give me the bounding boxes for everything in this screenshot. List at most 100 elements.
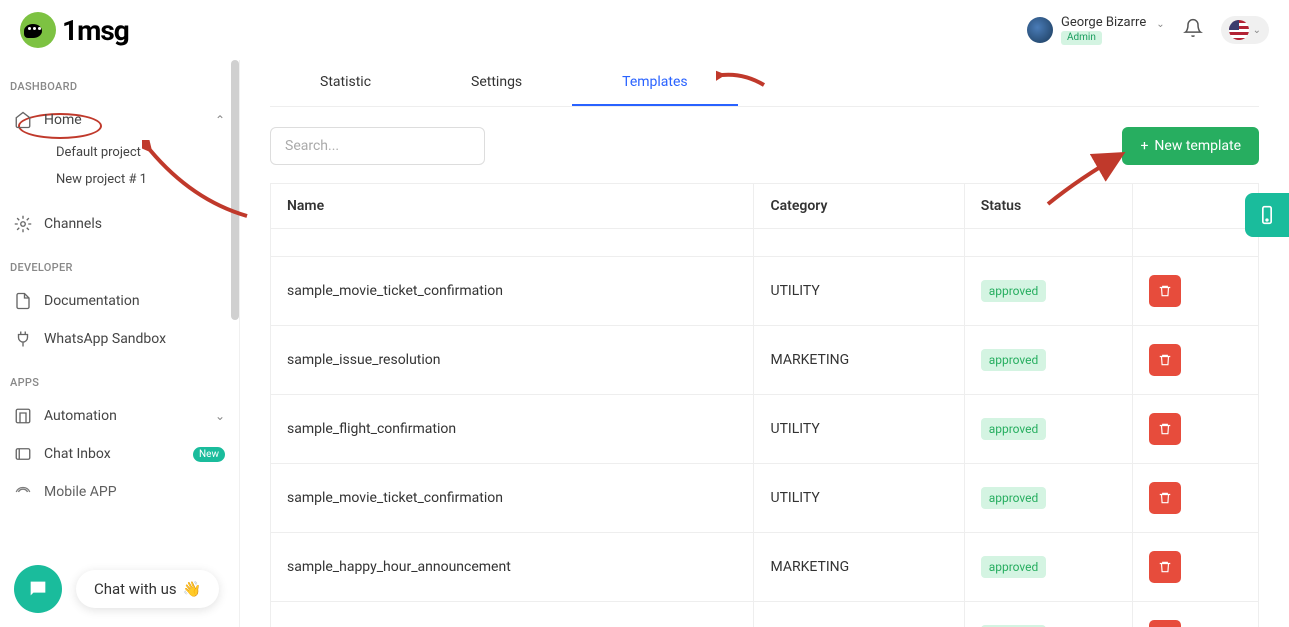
cell-actions — [1132, 464, 1258, 533]
main-content: Statistic Settings Templates + New templ… — [240, 0, 1289, 627]
new-template-button[interactable]: + New template — [1122, 127, 1259, 165]
sidebar-item-label: WhatsApp Sandbox — [44, 331, 166, 347]
cell-status: approved — [964, 533, 1132, 602]
templates-table: Name Category Status sample_movie_ticket… — [270, 183, 1259, 627]
chevron-down-icon: ⌄ — [215, 409, 225, 423]
chevron-down-icon: ⌄ — [1253, 25, 1261, 36]
cell-category: UTILITY — [754, 602, 964, 627]
trash-icon — [1158, 422, 1172, 436]
search-input[interactable] — [270, 127, 485, 165]
cell-status: approved — [964, 464, 1132, 533]
cell-status: approved — [964, 602, 1132, 627]
wave-icon: 👋 — [183, 580, 202, 598]
cell-name: sample_movie_ticket_confirmation — [271, 602, 754, 627]
tab-settings[interactable]: Settings — [421, 60, 572, 106]
delete-button[interactable] — [1149, 551, 1181, 583]
chat-label[interactable]: Chat with us 👋 — [76, 570, 219, 608]
chevron-down-icon: ⌄ — [1156, 19, 1164, 30]
avatar — [1027, 17, 1053, 43]
document-icon — [14, 292, 32, 310]
user-name: George Bizarre — [1061, 15, 1146, 31]
trash-icon — [1158, 284, 1172, 298]
sidebar-item-home[interactable]: Home ⌃ — [0, 101, 239, 139]
tabs: Statistic Settings Templates — [270, 60, 1259, 107]
chevron-up-icon: ⌃ — [215, 113, 225, 127]
cell-category: UTILITY — [754, 395, 964, 464]
sidebar-item-label: Mobile APP — [44, 484, 117, 500]
chat-fab[interactable] — [14, 565, 62, 613]
col-header-name[interactable]: Name — [271, 184, 754, 229]
sidebar-item-label: Documentation — [44, 293, 140, 309]
trash-icon — [1158, 560, 1172, 574]
table-row[interactable]: sample_happy_hour_announcementMARKETINGa… — [271, 533, 1259, 602]
sidebar-item-label: Channels — [44, 216, 102, 232]
app-header: 1msg George Bizarre Admin ⌄ ⌄ — [0, 0, 1289, 60]
col-header-actions — [1132, 184, 1258, 229]
sidebar-item-sandbox[interactable]: WhatsApp Sandbox — [0, 320, 239, 358]
language-selector[interactable]: ⌄ — [1221, 16, 1269, 44]
chat-bubble-icon — [27, 578, 49, 600]
tab-templates[interactable]: Templates — [572, 60, 738, 106]
sidebar-item-automation[interactable]: Automation ⌄ — [0, 397, 239, 435]
table-row[interactable]: sample_movie_ticket_confirmationUTILITYa… — [271, 257, 1259, 326]
user-menu[interactable]: George Bizarre Admin ⌄ — [1027, 15, 1165, 45]
user-role-badge: Admin — [1061, 31, 1102, 45]
table-row[interactable]: sample_movie_ticket_confirmationUTILITYa… — [271, 602, 1259, 627]
delete-button[interactable] — [1149, 344, 1181, 376]
sidebar-item-channels[interactable]: Channels — [0, 205, 239, 243]
cell-name: sample_issue_resolution — [271, 326, 754, 395]
sidebar-item-chat-inbox[interactable]: Chat Inbox New — [0, 435, 239, 473]
cell-actions — [1132, 326, 1258, 395]
cell-actions — [1132, 533, 1258, 602]
status-badge: approved — [981, 556, 1047, 578]
tab-statistic[interactable]: Statistic — [270, 60, 421, 106]
table-row[interactable]: sample_movie_ticket_confirmationUTILITYa… — [271, 464, 1259, 533]
cell-actions — [1132, 257, 1258, 326]
notifications-icon[interactable] — [1183, 18, 1203, 42]
delete-button[interactable] — [1149, 413, 1181, 445]
cell-category: MARKETING — [754, 326, 964, 395]
mobile-icon — [14, 483, 32, 501]
brand-logo[interactable]: 1msg — [20, 12, 129, 48]
home-icon — [14, 111, 32, 129]
section-apps: APPS — [0, 368, 239, 397]
delete-button[interactable] — [1149, 620, 1181, 627]
delete-button[interactable] — [1149, 482, 1181, 514]
col-header-category[interactable]: Category — [754, 184, 964, 229]
table-row[interactable]: sample_issue_resolutionMARKETING approved — [271, 326, 1259, 395]
status-badge: approved — [981, 349, 1047, 371]
sidebar-subitem-default-project[interactable]: Default project — [0, 139, 239, 166]
sidebar-item-mobile-app[interactable]: Mobile APP — [0, 473, 239, 511]
trash-icon — [1158, 491, 1172, 505]
sidebar-item-label: Home — [44, 112, 82, 128]
cell-actions — [1132, 395, 1258, 464]
chat-icon — [14, 445, 32, 463]
cell-actions — [1132, 602, 1258, 627]
chat-widget: Chat with us 👋 — [14, 565, 219, 613]
scrollbar[interactable] — [231, 60, 239, 320]
cell-status: approved — [964, 326, 1132, 395]
new-badge: New — [193, 447, 225, 462]
plus-icon: + — [1140, 138, 1148, 154]
phone-icon — [1257, 205, 1277, 225]
col-header-status[interactable]: Status — [964, 184, 1132, 229]
sidebar-item-documentation[interactable]: Documentation — [0, 282, 239, 320]
sidebar-item-label: Automation — [44, 408, 117, 424]
phone-preview-fab[interactable] — [1245, 193, 1289, 237]
sidebar-item-label: Chat Inbox — [44, 446, 111, 462]
sidebar: DASHBOARD Home ⌃ Default project New pro… — [0, 0, 240, 627]
table-row[interactable]: sample_flight_confirmationUTILITYapprove… — [271, 395, 1259, 464]
status-badge: approved — [981, 487, 1047, 509]
sidebar-subitem-new-project[interactable]: New project # 1 — [0, 166, 239, 193]
cell-category: UTILITY — [754, 257, 964, 326]
status-badge: approved — [981, 280, 1047, 302]
automation-icon — [14, 407, 32, 425]
button-label: New template — [1154, 138, 1241, 154]
cell-status: approved — [964, 257, 1132, 326]
cell-name: sample_movie_ticket_confirmation — [271, 464, 754, 533]
brand-name: 1msg — [62, 14, 129, 47]
cell-status: approved — [964, 395, 1132, 464]
section-dashboard: DASHBOARD — [0, 72, 239, 101]
delete-button[interactable] — [1149, 275, 1181, 307]
section-developer: DEVELOPER — [0, 253, 239, 282]
